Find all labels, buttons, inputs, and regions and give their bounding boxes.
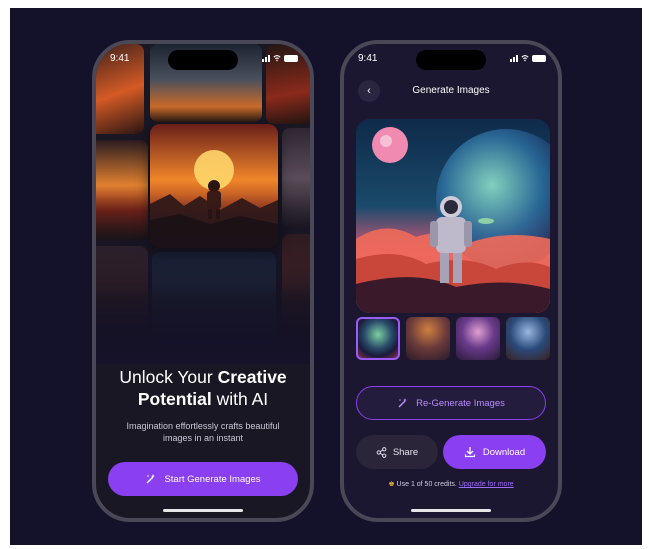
signal-icon <box>510 54 518 62</box>
thumbnail-selected[interactable] <box>356 317 400 360</box>
title-emphasis: Creative <box>217 367 287 387</box>
wifi-icon <box>521 55 529 62</box>
title-emphasis: Potential <box>137 389 212 409</box>
title-text: Unlock Your <box>119 367 218 387</box>
download-button[interactable]: Download <box>443 435 546 469</box>
wifi-icon <box>273 55 281 62</box>
dynamic-island <box>168 50 238 70</box>
home-indicator <box>411 509 491 512</box>
magic-wand-icon <box>398 398 408 408</box>
upgrade-link[interactable]: Upgrade for more <box>459 481 514 488</box>
onboarding-title: Unlock Your Creative Potential with AI <box>96 366 310 410</box>
generated-image-preview[interactable] <box>356 119 550 313</box>
subtitle-line: Imagination effortlessly crafts beautifu… <box>126 421 280 431</box>
dynamic-island <box>416 50 486 70</box>
share-label: Share <box>392 446 419 458</box>
subtitle-line: images in an instant <box>162 433 244 443</box>
astronaut-image <box>356 119 550 313</box>
battery-icon <box>284 54 298 62</box>
canvas-background: 9:41 Unlock Your Creative Potential with… <box>10 8 642 545</box>
thumbnail[interactable] <box>506 317 550 360</box>
crown-icon: ♚ <box>388 481 395 488</box>
share-button[interactable]: Share <box>356 435 438 469</box>
onboarding-phone: 9:41 Unlock Your Creative Potential with… <box>92 40 314 522</box>
generate-phone: 9:41 ‹ Generate Images Re-Generate Image… <box>340 40 562 522</box>
variation-thumbnails <box>356 317 550 360</box>
thumbnail[interactable] <box>456 317 500 360</box>
signal-icon <box>262 54 270 62</box>
gradient-overlay <box>96 194 310 364</box>
regenerate-button[interactable]: Re-Generate Images <box>356 386 546 420</box>
status-time: 9:41 <box>110 53 130 64</box>
download-label: Download <box>482 446 526 458</box>
battery-icon <box>532 54 546 62</box>
thumbnail[interactable] <box>406 317 450 360</box>
status-icons <box>262 54 298 62</box>
onboarding-subtitle: Imagination effortlessly crafts beautifu… <box>110 420 296 444</box>
download-icon <box>464 447 476 458</box>
credits-note: ♚ Use 1 of 50 credits. Upgrade for more <box>344 480 558 488</box>
share-icon <box>376 446 387 458</box>
status-time: 9:41 <box>358 53 378 64</box>
magic-wand-icon <box>146 474 156 484</box>
status-icons <box>510 54 546 62</box>
screen-title: Generate Images <box>412 85 490 96</box>
credits-text: Use 1 of 50 credits. <box>396 481 457 488</box>
start-generate-label: Start Generate Images <box>164 473 261 485</box>
title-text: with AI <box>211 389 269 409</box>
start-generate-button[interactable]: Start Generate Images <box>108 462 298 496</box>
regenerate-label: Re-Generate Images <box>416 397 505 409</box>
home-indicator <box>163 509 243 512</box>
